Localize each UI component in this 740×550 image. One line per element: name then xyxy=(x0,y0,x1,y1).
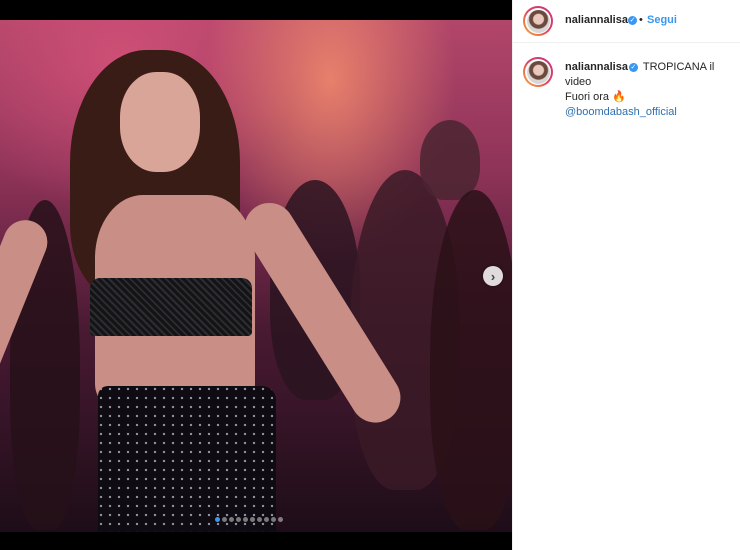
mention-link[interactable]: @boomdabash_official xyxy=(565,106,677,118)
verified-badge-icon: ✓ xyxy=(628,62,638,72)
carousel-dot xyxy=(250,517,255,522)
crowd-silhouette xyxy=(430,190,512,530)
post-sidebar: naliannalisa ✓ • Segui naliannalisa ✓ TRO… xyxy=(512,0,740,550)
post-photo[interactable] xyxy=(0,20,512,532)
carousel-dot xyxy=(271,517,276,522)
post-media: › xyxy=(0,0,512,550)
carousel-dot xyxy=(222,517,227,522)
header-username[interactable]: naliannalisa xyxy=(565,14,628,26)
fire-emoji-icon: 🔥 xyxy=(612,91,626,103)
crowd-silhouette xyxy=(420,120,480,200)
carousel-dot xyxy=(215,517,220,522)
next-slide-button[interactable]: › xyxy=(483,266,503,286)
caption-avatar[interactable] xyxy=(523,57,553,87)
avatar[interactable] xyxy=(523,6,553,36)
subject-sequin-skirt xyxy=(98,386,276,532)
carousel-dot xyxy=(278,517,283,522)
avatar-frame xyxy=(525,8,551,34)
avatar-image xyxy=(526,9,550,33)
post-header: naliannalisa ✓ • Segui xyxy=(513,0,740,43)
carousel-dot xyxy=(236,517,241,522)
caption-username[interactable]: naliannalisa xyxy=(565,61,628,73)
subject-sequin-top xyxy=(90,278,252,336)
carousel-dot xyxy=(229,517,234,522)
subject-face xyxy=(120,72,200,172)
chevron-right-icon: › xyxy=(490,268,496,284)
carousel-dot xyxy=(243,517,248,522)
post-caption: naliannalisa ✓ TROPICANA il video Fuori o… xyxy=(565,60,740,120)
carousel-dot xyxy=(264,517,269,522)
avatar-image xyxy=(526,60,550,84)
carousel-dot xyxy=(257,517,262,522)
verified-badge-icon: ✓ xyxy=(628,16,637,25)
separator-dot: • xyxy=(639,14,643,26)
caption-text-line2: Fuori ora xyxy=(565,91,610,103)
carousel-indicator xyxy=(215,517,283,522)
avatar-frame xyxy=(525,59,551,85)
follow-button[interactable]: Segui xyxy=(647,14,677,26)
